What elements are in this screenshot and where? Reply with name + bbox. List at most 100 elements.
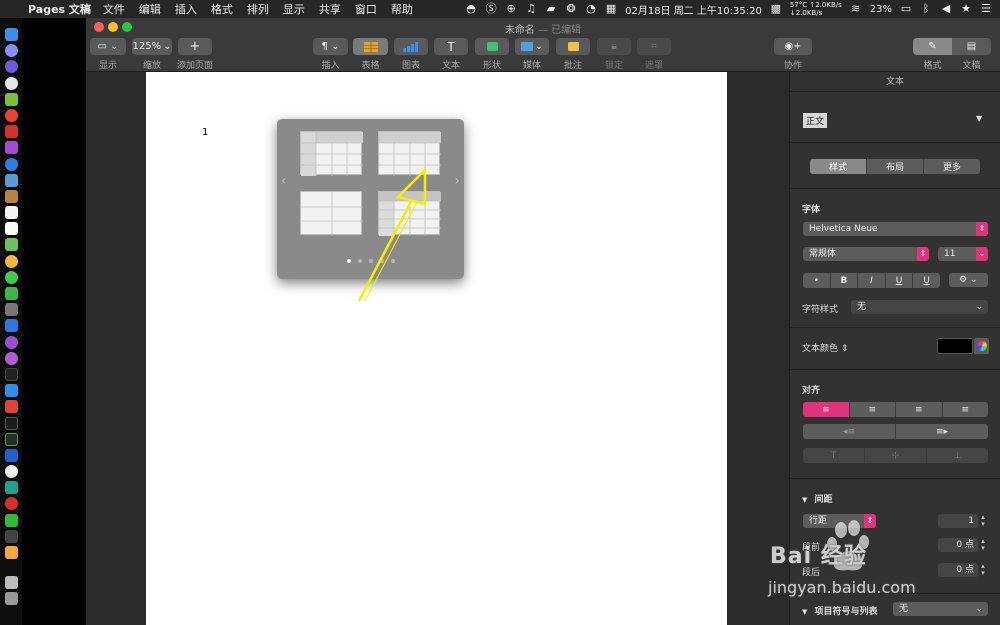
list-icon[interactable]: ☰ [980,3,992,15]
spacing-section-title[interactable]: ▼ 间距 [802,492,833,505]
podcast-icon[interactable] [4,335,18,349]
calendar-icon[interactable]: ▦ [605,3,617,15]
font-style-select[interactable]: 常规体 ⇕ [803,247,929,261]
menu-help[interactable]: 帮助 [391,1,413,17]
char-style-select[interactable]: 无 ⌄ [851,300,988,314]
pages-icon[interactable] [4,546,18,559]
launchpad-icon[interactable] [4,44,18,58]
music-icon[interactable]: ♫ [525,3,537,15]
add-page-button[interactable]: + [178,38,212,55]
menu-window[interactable]: 窗口 [355,1,377,17]
zoom-dropdown[interactable]: 125% ⌄ [132,38,172,55]
increase-indent-icon[interactable]: ≡▸ [896,424,988,439]
terminal-icon[interactable] [4,416,18,430]
menu-insert[interactable]: 插入 [175,1,197,17]
chart-button[interactable] [394,38,428,55]
reminders-icon[interactable] [4,222,18,236]
wifi-icon[interactable]: ≋ [850,3,862,15]
siri-icon[interactable] [4,60,18,74]
font-size-field[interactable]: 11 ⌄ [938,247,988,261]
menu-edit[interactable]: 编辑 [139,1,161,17]
keynote-icon[interactable] [4,319,18,333]
insert-button[interactable]: ¶ ⌄ [313,38,348,55]
menu-file[interactable]: 文件 [103,1,125,17]
battery-icon[interactable]: ▭ [900,3,912,15]
shape-button[interactable] [475,38,509,55]
maps-icon[interactable] [4,238,18,252]
strikethrough-button[interactable]: U [913,273,940,288]
align-left-icon[interactable]: ≡ [803,402,850,417]
menu-view[interactable]: 显示 [283,1,305,17]
calendar-app-icon[interactable] [4,206,18,220]
downloads-icon[interactable] [4,576,18,590]
text-button[interactable]: T [434,38,468,55]
wechat-icon[interactable] [4,513,18,527]
paragraph-style-dropdown-icon[interactable]: ▼ [976,114,982,123]
preview-icon[interactable] [4,173,18,187]
menu-format[interactable]: 格式 [211,1,233,17]
bluetooth-icon[interactable]: ᛒ [920,3,932,15]
decrease-indent-icon[interactable]: ◂≡ [803,424,896,439]
qq-icon[interactable]: ◓ [465,3,477,15]
globe-icon[interactable]: ⊕ [505,3,517,15]
bullet-style-button[interactable]: • [803,273,831,288]
before-stepper[interactable]: ▴ ▾ [978,538,988,552]
text-color-label[interactable]: 文本颜色 ⇕ [802,341,848,354]
final-cut-icon[interactable] [4,529,18,543]
app-purple-icon[interactable] [4,141,18,155]
collaborate-button[interactable]: ◉+ [774,38,812,55]
menu-share[interactable]: 共享 [319,1,341,17]
tv-icon[interactable] [4,367,18,381]
paragraph-style-name[interactable]: 正文 [803,113,828,128]
table-button[interactable] [353,38,388,55]
app-blue-icon[interactable] [4,157,18,171]
comment-button[interactable] [556,38,590,55]
grid-icon[interactable]: ▩ [770,3,782,15]
facetime-icon[interactable] [4,287,18,300]
clock-text[interactable]: 02月18日 周二 上午10:35:20 [625,2,762,17]
app-menu[interactable]: Pages 文稿 [28,1,91,17]
underline-button[interactable]: U [886,273,914,288]
podcasts2-icon[interactable] [4,351,18,365]
line-spacing-stepper[interactable]: ▴ ▾ [978,514,988,528]
tab-style[interactable]: 样式 [810,159,867,174]
align-right-icon[interactable]: ≡ [896,402,943,417]
view-button[interactable]: ▭ ⌄ [90,38,126,55]
media-button[interactable]: ⌄ [515,38,549,55]
tab-layout[interactable]: 布局 [867,159,924,174]
lock-button[interactable]: 🔒︎ [597,38,631,55]
align-top-icon[interactable]: ⊤ [803,448,865,463]
vivaldi-icon[interactable] [4,400,18,414]
document-button[interactable]: ▤ [952,38,991,55]
align-bottom-icon[interactable]: ⊥ [927,448,988,463]
app-teal-icon[interactable] [4,481,18,495]
chrome-icon[interactable] [4,108,18,122]
notes-icon[interactable] [4,189,18,203]
bold-button[interactable]: B [831,273,859,288]
sync-icon[interactable]: ◔ [585,3,597,15]
mask-button[interactable]: ⌗ [637,38,671,55]
app-red-icon[interactable] [4,125,18,139]
netease-music-icon[interactable] [4,497,18,511]
volume-icon[interactable]: ◀ [940,3,952,15]
align-justify-icon[interactable]: ≡ [943,402,989,417]
wheel-icon[interactable]: ❂ [565,3,577,15]
android-icon[interactable] [4,92,18,106]
chat-icon[interactable]: ▰ [545,3,557,15]
font-family-select[interactable]: Helvetica Neue ⇕ [803,222,988,236]
trash-icon[interactable] [4,592,18,606]
align-middle-icon[interactable]: ⊹ [865,448,927,463]
monitor-icon[interactable] [4,432,18,446]
text-color-swatch[interactable] [937,338,973,354]
appstore-icon[interactable] [4,384,18,398]
safari-icon[interactable] [4,76,18,90]
tab-more[interactable]: 更多 [924,159,980,174]
messages-icon[interactable] [4,270,18,284]
italic-button[interactable]: I [858,273,886,288]
photos-icon[interactable] [4,254,18,268]
screenshot-icon[interactable] [4,303,18,317]
color-wheel-icon[interactable] [974,338,989,354]
align-center-icon[interactable]: ≡ [850,402,896,417]
after-stepper[interactable]: ▴ ▾ [978,563,988,577]
menu-arrange[interactable]: 排列 [247,1,269,17]
